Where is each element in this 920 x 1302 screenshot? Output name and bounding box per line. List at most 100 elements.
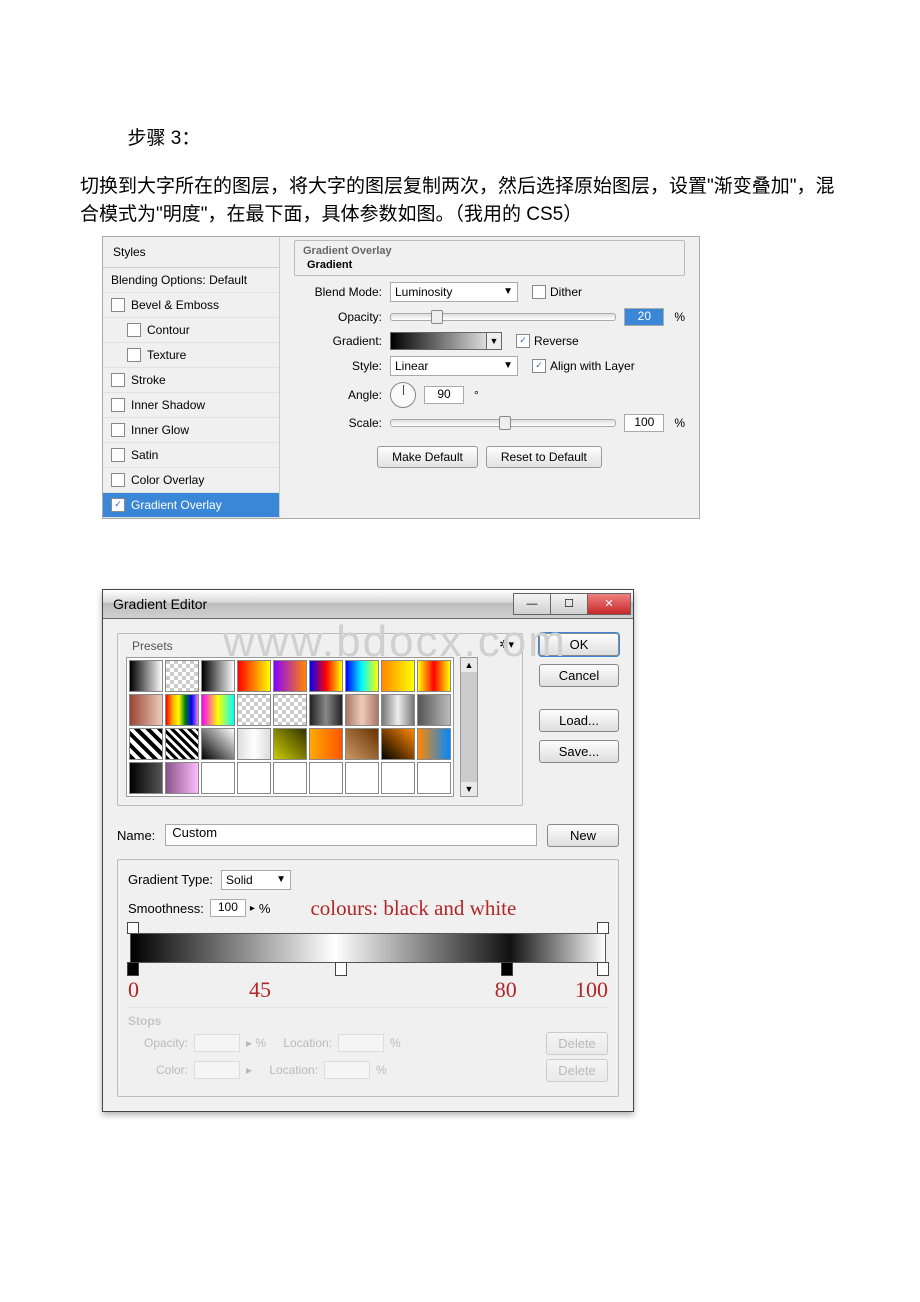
style-item-gradient-overlay[interactable]: Gradient Overlay: [103, 493, 279, 518]
load-button[interactable]: Load...: [539, 709, 619, 732]
minimize-button[interactable]: —: [513, 593, 551, 615]
preset-swatch[interactable]: [273, 762, 307, 794]
style-checkbox[interactable]: [111, 423, 125, 437]
style-checkbox[interactable]: [111, 498, 125, 512]
preset-swatch[interactable]: [345, 660, 379, 692]
preset-scrollbar[interactable]: ▲▼: [460, 657, 478, 797]
reverse-checkbox[interactable]: [516, 334, 530, 348]
preset-swatch[interactable]: [273, 660, 307, 692]
style-item-color-overlay[interactable]: Color Overlay: [103, 468, 279, 493]
delete-stop-button[interactable]: Delete: [546, 1059, 608, 1082]
smoothness-value[interactable]: 100: [210, 899, 246, 917]
dialog-title: Gradient Editor: [113, 596, 207, 612]
preset-swatch[interactable]: [129, 728, 163, 760]
color-stop[interactable]: [127, 962, 139, 976]
preset-swatch[interactable]: [381, 660, 415, 692]
preset-swatch[interactable]: [129, 762, 163, 794]
delete-stop-button[interactable]: Delete: [546, 1032, 608, 1055]
preset-swatch[interactable]: [201, 694, 235, 726]
preset-swatch[interactable]: [201, 762, 235, 794]
preset-swatch[interactable]: [345, 694, 379, 726]
close-button[interactable]: ✕: [587, 593, 631, 615]
color-stop[interactable]: [597, 962, 609, 976]
chevron-down-icon[interactable]: ▼: [486, 333, 501, 349]
preset-swatch[interactable]: [309, 660, 343, 692]
style-checkbox[interactable]: [111, 398, 125, 412]
preset-swatch[interactable]: [237, 728, 271, 760]
angle-value[interactable]: 90: [424, 386, 464, 404]
cancel-button[interactable]: Cancel: [539, 664, 619, 687]
preset-swatch[interactable]: [417, 762, 451, 794]
preset-swatch[interactable]: [273, 728, 307, 760]
preset-swatches[interactable]: [126, 657, 454, 797]
preset-swatch[interactable]: [417, 694, 451, 726]
stop-color-input[interactable]: [194, 1061, 240, 1079]
chevron-right-icon[interactable]: ▸: [250, 903, 255, 914]
preset-swatch[interactable]: [165, 694, 199, 726]
preset-swatch[interactable]: [129, 694, 163, 726]
style-checkbox[interactable]: [127, 323, 141, 337]
gradient-bar[interactable]: [130, 933, 606, 963]
color-stop[interactable]: [335, 962, 347, 976]
gear-icon[interactable]: ✲▾: [499, 638, 514, 651]
dither-checkbox[interactable]: [532, 285, 546, 299]
align-checkbox[interactable]: [532, 359, 546, 373]
preset-swatch[interactable]: [345, 728, 379, 760]
color-stop[interactable]: [501, 962, 513, 976]
blend-mode-select[interactable]: Luminosity▼: [390, 282, 518, 302]
make-default-button[interactable]: Make Default: [377, 446, 478, 468]
preset-swatch[interactable]: [417, 660, 451, 692]
stop-location-input[interactable]: [338, 1034, 384, 1052]
titlebar[interactable]: Gradient Editor — ☐ ✕: [103, 590, 633, 619]
preset-swatch[interactable]: [237, 694, 271, 726]
preset-swatch[interactable]: [381, 762, 415, 794]
preset-swatch[interactable]: [273, 694, 307, 726]
blending-options-row[interactable]: Blending Options: Default: [103, 268, 279, 293]
preset-swatch[interactable]: [237, 762, 271, 794]
style-item-stroke[interactable]: Stroke: [103, 368, 279, 393]
angle-dial[interactable]: [390, 382, 416, 408]
preset-swatch[interactable]: [309, 694, 343, 726]
style-checkbox[interactable]: [127, 348, 141, 362]
preset-swatch[interactable]: [165, 728, 199, 760]
save-button[interactable]: Save...: [539, 740, 619, 763]
preset-swatch[interactable]: [309, 728, 343, 760]
preset-swatch[interactable]: [309, 762, 343, 794]
style-item-contour[interactable]: Contour: [103, 318, 279, 343]
stop-opacity-input[interactable]: [194, 1034, 240, 1052]
stops-label: Stops: [128, 1014, 608, 1028]
style-item-bevel-emboss[interactable]: Bevel & Emboss: [103, 293, 279, 318]
preset-swatch[interactable]: [381, 728, 415, 760]
style-item-satin[interactable]: Satin: [103, 443, 279, 468]
name-input[interactable]: Custom: [165, 824, 537, 846]
maximize-button[interactable]: ☐: [550, 593, 588, 615]
preset-swatch[interactable]: [165, 660, 199, 692]
style-checkbox[interactable]: [111, 373, 125, 387]
preset-swatch[interactable]: [129, 660, 163, 692]
preset-swatch[interactable]: [381, 694, 415, 726]
gradient-preview[interactable]: ▼: [390, 332, 502, 350]
gradient-type-select[interactable]: Solid▼: [221, 870, 291, 890]
style-select[interactable]: Linear▼: [390, 356, 518, 376]
style-checkbox[interactable]: [111, 298, 125, 312]
preset-swatch[interactable]: [345, 762, 379, 794]
scale-value[interactable]: 100: [624, 414, 664, 432]
preset-swatch[interactable]: [237, 660, 271, 692]
preset-swatch[interactable]: [201, 660, 235, 692]
reset-default-button[interactable]: Reset to Default: [486, 446, 602, 468]
opacity-value[interactable]: 20: [624, 308, 664, 326]
preset-swatch[interactable]: [201, 728, 235, 760]
preset-swatch[interactable]: [165, 762, 199, 794]
ok-button[interactable]: OK: [539, 633, 619, 656]
style-checkbox[interactable]: [111, 448, 125, 462]
stop-location-input[interactable]: [324, 1061, 370, 1079]
style-item-inner-glow[interactable]: Inner Glow: [103, 418, 279, 443]
style-checkbox[interactable]: [111, 473, 125, 487]
style-item-inner-shadow[interactable]: Inner Shadow: [103, 393, 279, 418]
style-item-texture[interactable]: Texture: [103, 343, 279, 368]
scale-slider[interactable]: [390, 419, 616, 427]
opacity-slider[interactable]: [390, 313, 616, 321]
smoothness-label: Smoothness:: [128, 901, 204, 916]
preset-swatch[interactable]: [417, 728, 451, 760]
new-button[interactable]: New: [547, 824, 619, 847]
